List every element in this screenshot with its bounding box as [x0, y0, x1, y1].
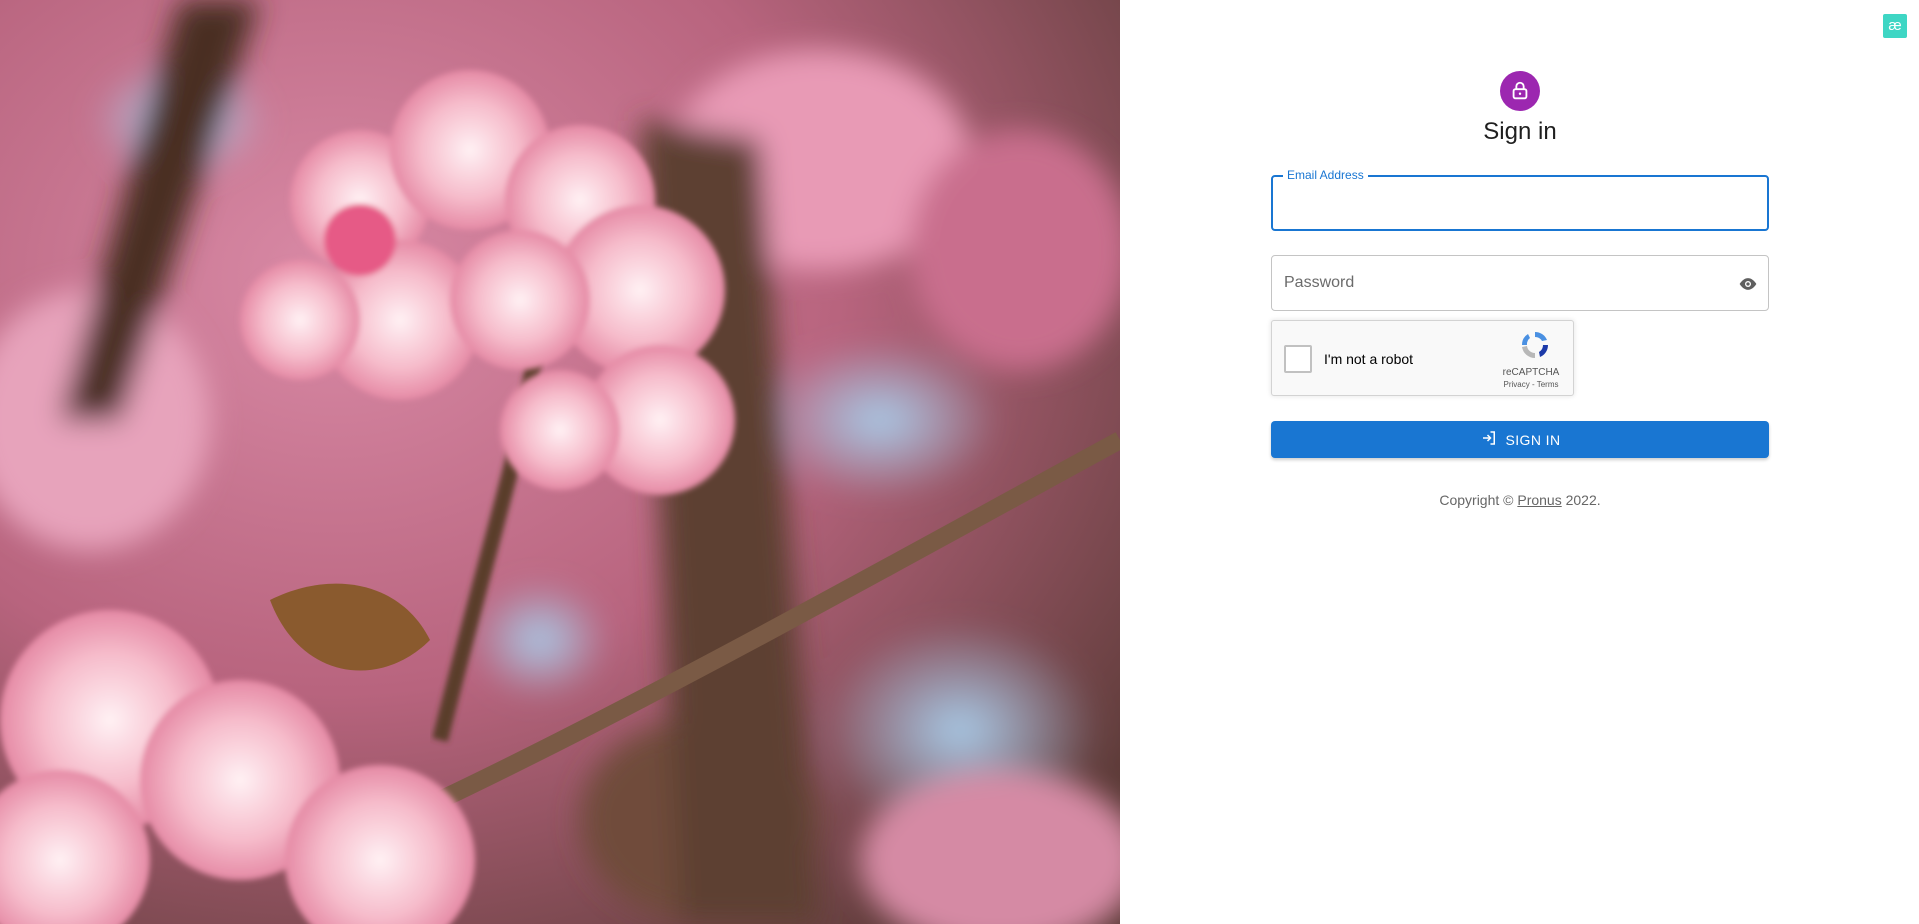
- recaptcha-privacy-link[interactable]: Privacy: [1504, 380, 1530, 389]
- recaptcha-widget: I'm not a robot reCAPTCHA Privacy - Term…: [1271, 320, 1574, 396]
- hero-image: [0, 0, 1120, 924]
- page-title: Sign in: [1483, 118, 1557, 145]
- recaptcha-separator: -: [1529, 380, 1537, 389]
- cherry-blossom-photo: [0, 0, 1120, 924]
- recaptcha-links: Privacy - Terms: [1501, 380, 1561, 389]
- email-input[interactable]: [1285, 177, 1705, 229]
- email-field[interactable]: Email Address: [1271, 168, 1769, 231]
- recaptcha-checkbox[interactable]: [1284, 345, 1312, 373]
- copyright-prefix: Copyright ©: [1439, 492, 1518, 508]
- copyright-text: Copyright © Pronus 2022.: [1271, 492, 1769, 508]
- recaptcha-brand: reCAPTCHA: [1502, 367, 1560, 378]
- login-icon: [1480, 429, 1498, 450]
- sign-in-button[interactable]: SIGN IN: [1271, 421, 1769, 458]
- login-panel: æ Sign in Email Address I'm not a robot …: [1120, 0, 1919, 924]
- eye-icon[interactable]: [1736, 272, 1760, 296]
- pronus-link[interactable]: Pronus: [1517, 492, 1561, 508]
- app-badge-icon[interactable]: æ: [1883, 14, 1907, 38]
- password-input[interactable]: [1284, 256, 1704, 310]
- lock-icon: [1500, 71, 1540, 111]
- sign-in-button-label: SIGN IN: [1505, 431, 1561, 448]
- recaptcha-label: I'm not a robot: [1324, 351, 1414, 367]
- recaptcha-terms-link[interactable]: Terms: [1537, 380, 1559, 389]
- copyright-suffix: 2022.: [1561, 492, 1601, 508]
- recaptcha-logo-icon: [1519, 329, 1551, 361]
- password-field[interactable]: [1271, 255, 1769, 311]
